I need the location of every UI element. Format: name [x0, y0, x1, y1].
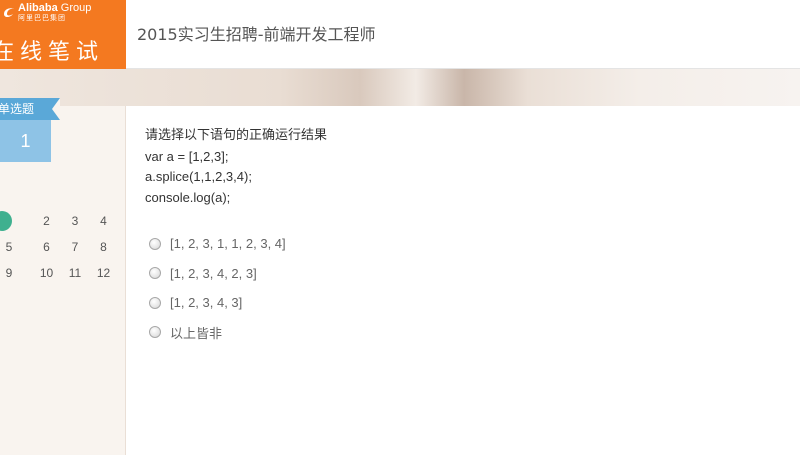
question-nav-item[interactable]: 2 [35, 210, 59, 232]
answer-option-label: 以上皆非 [170, 325, 223, 341]
radio-button[interactable] [149, 237, 161, 250]
answer-option[interactable]: [1, 2, 3, 1, 1, 2, 3, 4] [149, 229, 286, 259]
brand-name: Alibaba [18, 1, 58, 14]
brand-header: Alibaba Group 阿里巴巴集团 在线笔试 [0, 0, 126, 69]
question-stem: 请选择以下语句的正确运行结果 var a = [1,2,3]; a.splice… [145, 126, 765, 208]
radio-button[interactable] [149, 267, 161, 280]
answer-option[interactable]: 以上皆非 [149, 318, 286, 348]
question-nav-item[interactable]: 10 [35, 262, 59, 284]
question-nav-item[interactable]: 8 [92, 236, 116, 258]
brand-group: Group [60, 1, 92, 14]
question-nav-item[interactable]: 5 [0, 236, 21, 258]
current-question-number: 1 [0, 120, 51, 162]
header-bar: 2015实习生招聘-前端开发工程师 [126, 0, 800, 69]
question-nav-item[interactable]: 12 [92, 262, 116, 284]
question-prompt: 请选择以下语句的正确运行结果 [145, 128, 328, 143]
module-title: 在线笔试 [0, 40, 105, 65]
radio-button[interactable] [149, 296, 161, 309]
question-sidebar: 单选题 1 123456789101112 [0, 98, 126, 455]
question-nav-item[interactable]: 6 [35, 236, 59, 258]
exam-title: 2015实习生招聘-前端开发工程师 [137, 25, 376, 44]
code-line: var a = [1,2,3]; [145, 148, 229, 164]
question-type-tag: 单选题 [0, 98, 60, 120]
radio-button[interactable] [149, 326, 161, 339]
question-nav-item[interactable]: 1 [0, 211, 12, 231]
question-nav-item[interactable]: 11 [63, 262, 87, 284]
decorative-banner [0, 69, 800, 106]
answer-option-label: [1, 2, 3, 4, 2, 3] [170, 265, 257, 281]
answer-options: [1, 2, 3, 1, 1, 2, 3, 4] [1, 2, 3, 4, 2,… [149, 229, 286, 347]
question-nav-item[interactable]: 3 [63, 210, 87, 232]
question-type-label: 单选题 [0, 102, 35, 116]
brand-subtitle: 阿里巴巴集团 [18, 13, 66, 22]
question-nav-item[interactable]: 7 [63, 236, 87, 258]
code-line: console.log(a); [145, 189, 231, 205]
question-nav-item[interactable]: 9 [0, 262, 21, 284]
answer-option-label: [1, 2, 3, 4, 3] [170, 295, 243, 311]
question-nav-item[interactable]: 4 [92, 210, 116, 232]
code-line: a.splice(1,1,2,3,4); [145, 169, 252, 184]
alibaba-logo: Alibaba Group 阿里巴巴集团 [2, 1, 91, 23]
answer-option[interactable]: [1, 2, 3, 4, 2, 3] [149, 259, 286, 289]
answer-option[interactable]: [1, 2, 3, 4, 3] [149, 288, 286, 318]
answer-option-label: [1, 2, 3, 1, 1, 2, 3, 4] [170, 236, 286, 252]
alibaba-swoosh-icon [4, 8, 14, 17]
